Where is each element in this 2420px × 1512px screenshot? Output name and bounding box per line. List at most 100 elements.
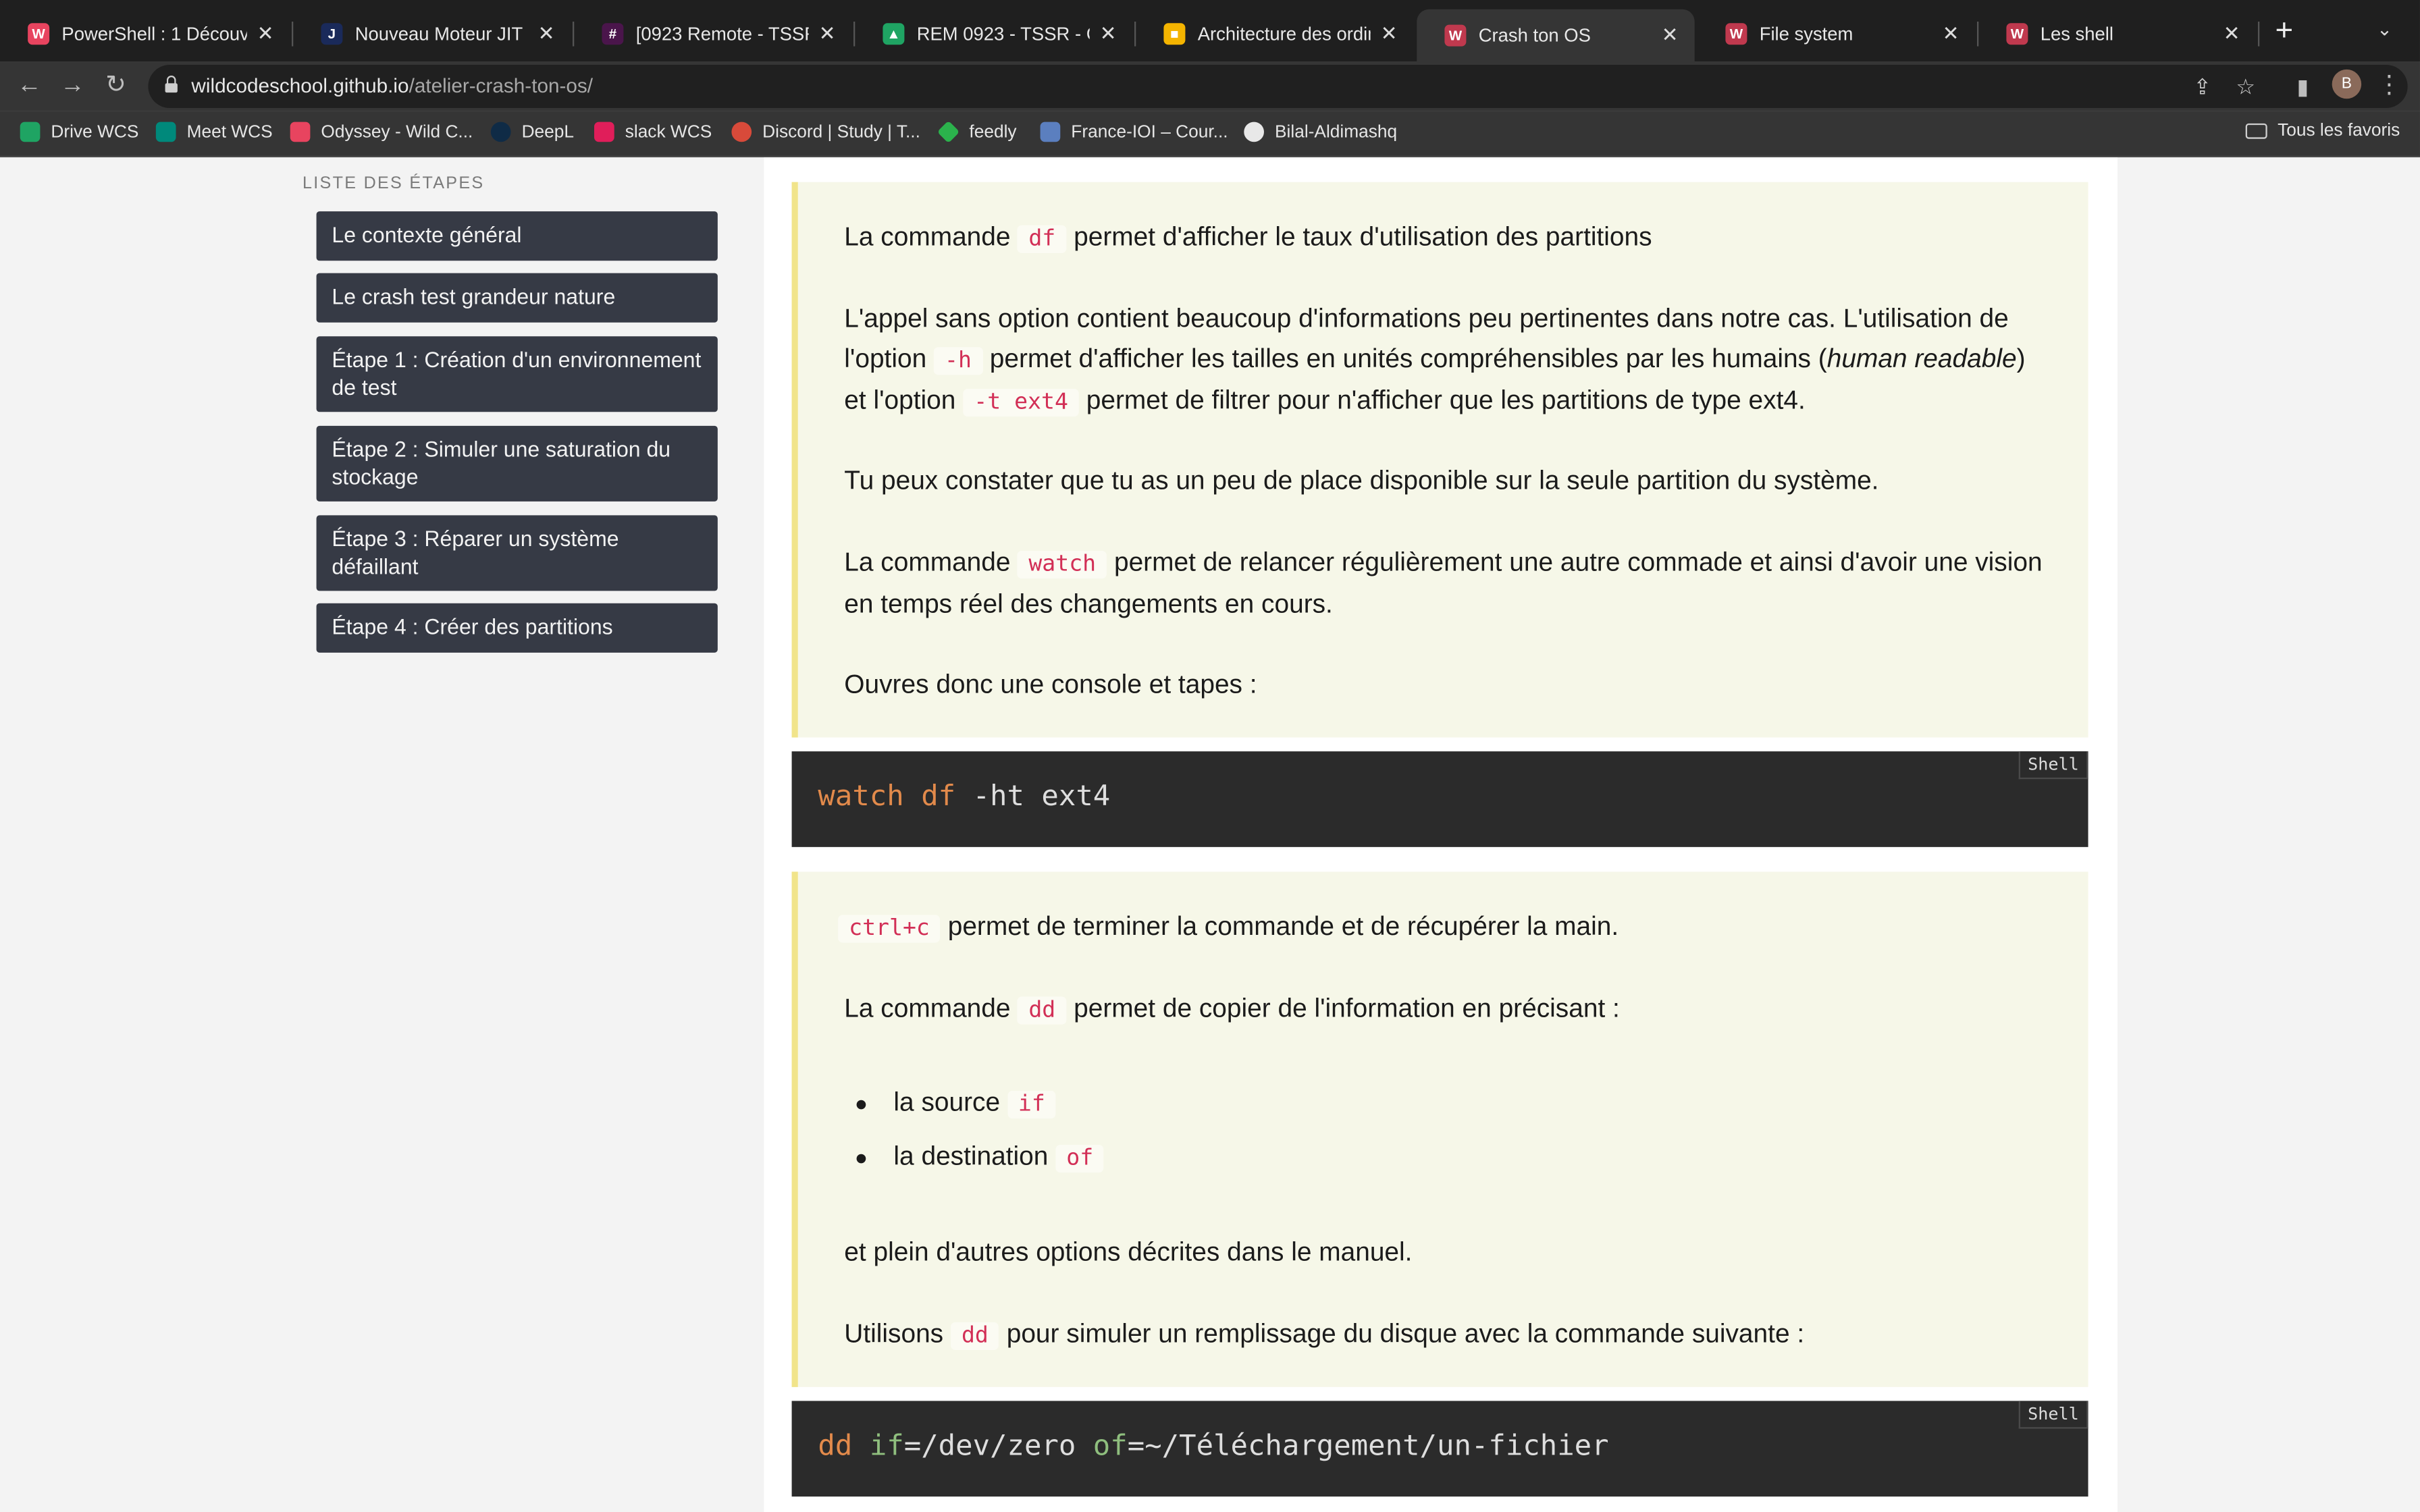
bookmarks-bar: Drive WCS Meet WCS Odyssey - Wild C... D… [0,111,2420,158]
google-meet-icon [155,122,176,142]
code-block[interactable]: Shell watch df -ht ext4 [791,751,2088,847]
tab-label: REM 0923 - TSSR - Goo [916,23,1090,45]
slack-icon: # [602,23,624,45]
step-2[interactable]: Étape 2 : Simuler une saturation du stoc… [316,425,718,502]
paragraph: ctrl+c permet de terminer la commande et… [838,907,2051,949]
code-text[interactable]: dd if=/dev/zero of=~/Téléchargement/un-f… [818,1430,1608,1463]
google-drive-icon [20,122,41,142]
side-panel-icon[interactable]: ▮ [2286,70,2319,103]
feedly-icon [937,120,960,144]
close-icon[interactable]: ✕ [815,22,840,47]
bookmark-meet-wcs[interactable]: Meet WCS [155,122,273,142]
inline-code: dd [950,1322,999,1350]
bookmark-star-icon[interactable]: ☆ [2232,72,2259,100]
step-crash-test[interactable]: Le crash test grandeur nature [316,273,718,322]
close-icon[interactable]: ✕ [253,22,278,47]
tab-search-icon[interactable]: ⌄ [2377,18,2392,40]
menu-kebab-icon[interactable]: ⋮ [2372,70,2406,103]
browser-toolbar: ← → ↻ wildcodeschool.github.io/atelier-c… [0,61,2420,111]
forward-arrow-icon[interactable]: → [55,70,89,103]
new-tab-button[interactable]: + [2269,16,2300,47]
tab-architecture[interactable]: ■ Architecture des ordinat ✕ [1136,11,1413,57]
folder-icon [2245,123,2267,139]
tab-label: Nouveau Moteur JIT pou [354,23,528,45]
bookmark-github[interactable]: Bilal-Aldimashq [1244,122,1397,142]
list-item: la source if [893,1083,2051,1125]
france-ioi-icon [1040,122,1061,142]
tab-drive[interactable]: ▲ REM 0923 - TSSR - Goo ✕ [855,11,1132,57]
tab-label: Les shell [2040,23,2113,45]
close-icon[interactable]: ✕ [534,22,559,47]
close-icon[interactable]: ✕ [2219,22,2244,47]
reload-icon[interactable]: ↻ [99,70,132,103]
bookmark-deepl[interactable]: DeepL [490,122,574,142]
tab-les-shell[interactable]: W Les shell ✕ [1978,11,2256,57]
list-item: la destination of [893,1137,2051,1179]
step-4[interactable]: Étape 4 : Créer des partitions [316,603,718,652]
github-icon [1244,122,1264,142]
wild-code-school-favicon-icon [290,122,311,142]
discord-study-icon [731,122,752,142]
close-icon[interactable]: ✕ [1939,22,1964,47]
inline-code: ctrl+c [838,915,941,943]
tab-label: Crash ton OS [1478,24,1591,47]
tab-label: [0923 Remote - TSSR] V [635,23,809,45]
bullet [856,1154,866,1164]
url-text[interactable]: wildcodeschool.github.io/atelier-crash-t… [191,74,593,97]
avatar[interactable]: B [2332,69,2362,99]
deepl-icon [490,122,511,142]
bookmark-drive-wcs[interactable]: Drive WCS [20,122,139,142]
tab-strip: W PowerShell : 1 Découvert ✕ J Nouveau M… [0,0,2420,62]
inline-code: dd [1018,996,1067,1025]
close-icon[interactable]: ✕ [1377,22,1402,47]
share-icon[interactable]: ⇪ [2188,72,2216,100]
wild-code-school-favicon-icon: W [1444,24,1467,47]
step-3[interactable]: Étape 3 : Réparer un système défaillant [316,515,718,591]
tab-crash-ton-os[interactable]: W Crash ton OS ✕ [1417,9,1695,62]
paragraph: La commande watch permet de relancer rég… [844,547,2043,619]
paragraph: Ouvres donc une console et tapes : [844,669,1257,699]
back-arrow-icon[interactable]: ← [12,70,46,103]
step-1[interactable]: Étape 1 : Création d'un environnement de… [316,336,718,412]
tab-file-system[interactable]: W File system ✕ [1698,11,1975,57]
inline-code: watch [1018,550,1107,579]
close-icon[interactable]: ✕ [1096,22,1121,47]
sidebar-title: LISTE DES ÉTAPES [302,174,485,193]
wild-code-school-favicon-icon: W [2006,23,2028,45]
tab-powershell[interactable]: W PowerShell : 1 Découvert ✕ [0,11,290,57]
address-bar[interactable]: wildcodeschool.github.io/atelier-crash-t… [148,64,2408,108]
paragraph: Tu peux constater que tu as un peu de pl… [844,466,1879,495]
tab-label: PowerShell : 1 Découvert [61,23,246,45]
inline-code: -h [934,347,982,375]
all-bookmarks[interactable]: Tous les favoris [2245,122,2400,140]
paragraph: et plein d'autres options décrites dans … [844,1237,1413,1267]
inline-code: if [1007,1090,1056,1119]
tab-jit[interactable]: J Nouveau Moteur JIT pou ✕ [293,11,571,57]
tab-label: File system [1759,23,1853,45]
slack-icon [594,122,614,142]
bullet [856,1100,866,1110]
page-viewport: LISTE DES ÉTAPES Le contexte général Le … [0,157,2420,1512]
paragraph: La commande dd permet de copier de l'inf… [844,989,2051,1031]
code-language-badge: Shell [2018,751,2088,780]
bookmark-odyssey[interactable]: Odyssey - Wild C... [290,122,473,142]
google-drive-icon: ▲ [883,23,905,45]
bookmark-feedly[interactable]: feedly [937,120,1017,144]
site-favicon-icon: J [321,23,343,45]
code-text[interactable]: watch df -ht ext4 [818,781,1110,813]
bookmark-slack-wcs[interactable]: slack WCS [594,122,712,142]
tab-slack[interactable]: # [0923 Remote - TSSR] V ✕ [574,11,851,57]
close-icon[interactable]: ✕ [1658,23,1683,48]
wild-code-school-favicon-icon: W [1725,23,1747,45]
google-slides-icon: ■ [1163,23,1186,45]
inline-code: df [1018,225,1067,253]
browser-window: W PowerShell : 1 Découvert ✕ J Nouveau M… [0,0,2420,1512]
note-block: ctrl+c permet de terminer la commande et… [791,871,2088,1387]
inline-code: of [1055,1144,1105,1173]
lock-icon[interactable] [163,75,179,94]
bookmark-france-ioi[interactable]: France-IOI – Cour... [1040,122,1228,142]
bookmark-discord[interactable]: Discord | Study | T... [731,122,920,142]
paragraph: La commande df permet d'afficher le taux… [844,217,2051,259]
step-contexte-general[interactable]: Le contexte général [316,211,718,261]
code-block[interactable]: Shell dd if=/dev/zero of=~/Téléchargemen… [791,1401,2088,1497]
